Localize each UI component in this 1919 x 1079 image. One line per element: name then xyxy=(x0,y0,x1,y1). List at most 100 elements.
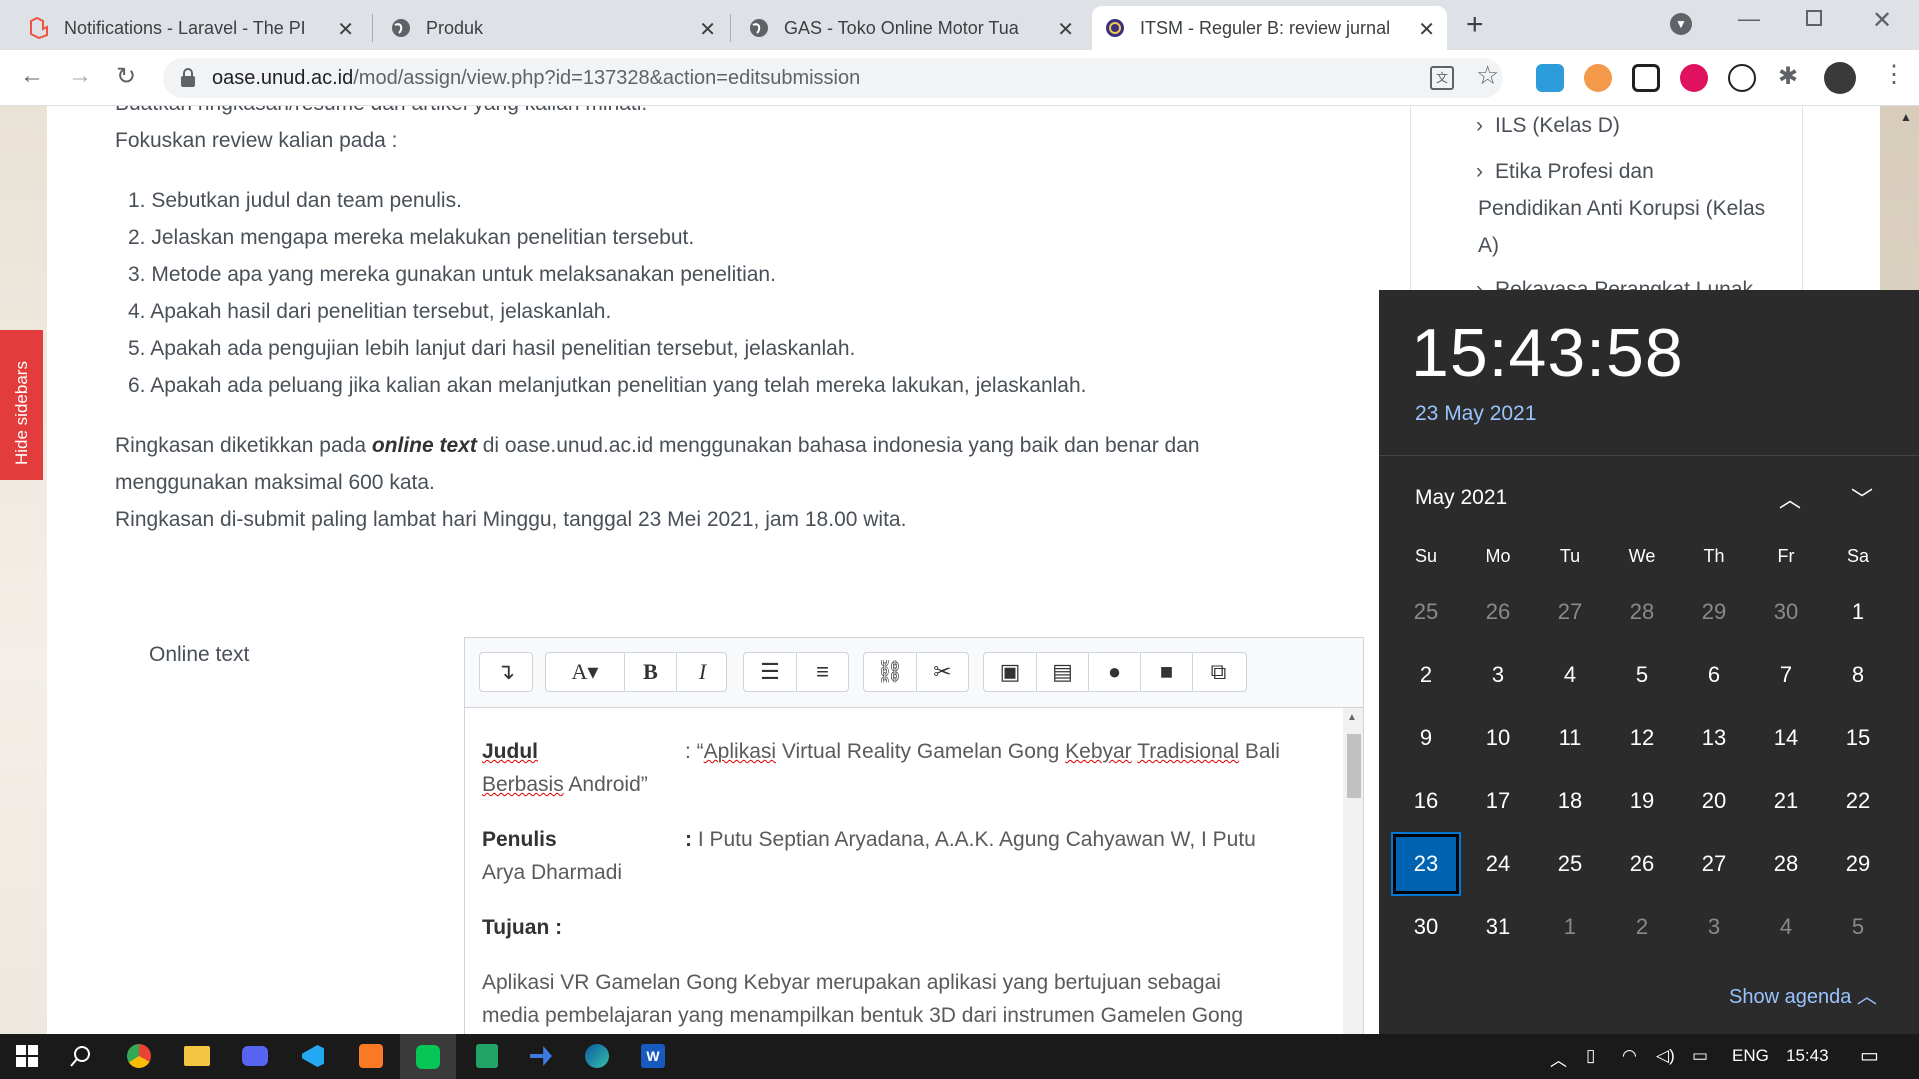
unlink-icon[interactable]: ✂ xyxy=(916,653,968,691)
extension-sync-icon[interactable] xyxy=(1536,64,1564,92)
volume-icon[interactable]: ◁) xyxy=(1656,1046,1675,1066)
calendar-day[interactable]: 27 xyxy=(1537,582,1603,642)
xampp-icon[interactable] xyxy=(354,1040,388,1072)
show-agenda-link[interactable]: Show agenda ︿ xyxy=(1729,980,1877,1009)
calendar-day[interactable]: 3 xyxy=(1681,897,1747,957)
close-window-icon[interactable]: ✕ xyxy=(1872,6,1892,35)
minimize-icon[interactable]: — xyxy=(1738,6,1760,32)
editor-content[interactable]: Judul : “Aplikasi Virtual Reality Gamela… xyxy=(465,708,1345,1038)
hide-sidebars-button[interactable]: Hide sidebars xyxy=(0,330,43,480)
calendar-day[interactable]: 27 xyxy=(1681,834,1747,894)
calendar-day[interactable]: 26 xyxy=(1465,582,1531,642)
calendar-day[interactable]: 22 xyxy=(1825,771,1891,831)
tray-overflow-chevron-icon[interactable]: ︿ xyxy=(1550,1046,1567,1071)
calendar-day[interactable]: 11 xyxy=(1537,708,1603,768)
close-tab-icon[interactable]: ✕ xyxy=(699,17,716,42)
calendar-day[interactable]: 1 xyxy=(1825,582,1891,642)
calendar-day[interactable]: 5 xyxy=(1609,645,1675,705)
calendar-day[interactable]: 4 xyxy=(1537,645,1603,705)
discord-icon[interactable] xyxy=(238,1040,272,1072)
calendar-day[interactable]: 1 xyxy=(1537,897,1603,957)
calendar-day[interactable]: 17 xyxy=(1465,771,1531,831)
calendar-day[interactable]: 29 xyxy=(1825,834,1891,894)
url-text[interactable]: oase.unud.ac.id/mod/assign/view.php?id=1… xyxy=(212,67,860,90)
link-icon[interactable]: ⛓ xyxy=(864,653,916,691)
calendar-day[interactable]: 8 xyxy=(1825,645,1891,705)
browser-menu-icon[interactable]: ⋮ xyxy=(1882,60,1906,89)
flyout-date-link[interactable]: 23 May 2021 xyxy=(1415,402,1536,426)
record-audio-icon[interactable]: ● xyxy=(1088,653,1140,691)
calendar-day[interactable]: 6 xyxy=(1681,645,1747,705)
calendar-day[interactable]: 25 xyxy=(1393,582,1459,642)
calendar-day[interactable]: 3 xyxy=(1465,645,1531,705)
language-indicator[interactable]: ENG xyxy=(1732,1046,1769,1066)
extension-picture-in-picture-icon[interactable] xyxy=(1632,64,1660,92)
next-month-chevron-icon[interactable]: ﹀ xyxy=(1851,482,1873,514)
calendar-day[interactable]: 26 xyxy=(1609,834,1675,894)
calendar-day[interactable]: 5 xyxy=(1825,897,1891,957)
word-icon[interactable]: W xyxy=(636,1040,670,1072)
insert-media-icon[interactable]: ▤ xyxy=(1036,653,1088,691)
tab-gas-toko-online[interactable]: GAS - Toko Online Motor Tua Ter ✕ xyxy=(736,6,1086,50)
calendar-day[interactable]: 30 xyxy=(1753,582,1819,642)
calendar-day[interactable]: 15 xyxy=(1825,708,1891,768)
calendar-day[interactable]: 31 xyxy=(1465,897,1531,957)
notifications-icon[interactable]: ▭ xyxy=(1860,1043,1879,1068)
close-tab-icon[interactable]: ✕ xyxy=(1057,17,1074,42)
tray-device-icon[interactable]: ▯ xyxy=(1586,1046,1595,1066)
search-icon[interactable] xyxy=(64,1040,98,1072)
new-tab-icon[interactable]: + xyxy=(1466,8,1484,42)
calendar-month-label[interactable]: May 2021 xyxy=(1415,486,1507,510)
course-link-label-line2[interactable]: Pendidikan Anti Korupsi (Kelas xyxy=(1478,197,1765,221)
green-app-icon[interactable] xyxy=(470,1040,504,1072)
unordered-list-icon[interactable]: ☰ xyxy=(744,653,796,691)
online-text-editor[interactable]: ↴ A▾ B I ☰ ≡ ⛓ ✂ ▣ ▤ ● ■ ⧉ Judul : “Apli… xyxy=(464,637,1364,1038)
close-tab-icon[interactable]: ✕ xyxy=(1418,17,1435,42)
chrome-icon[interactable] xyxy=(122,1040,156,1072)
manage-files-icon[interactable]: ⧉ xyxy=(1192,653,1244,691)
calendar-day[interactable]: 16 xyxy=(1393,771,1459,831)
course-link-rpl[interactable]: › Rekayasa Perangkat Lunak xyxy=(1476,278,1753,290)
windows-start-icon[interactable] xyxy=(10,1040,44,1072)
course-link-label-line3[interactable]: A) xyxy=(1478,234,1499,258)
forward-arrow-icon[interactable]: → xyxy=(68,62,92,90)
profile-avatar[interactable] xyxy=(1824,62,1856,94)
paragraph-style-icon[interactable]: A▾ xyxy=(546,653,624,691)
calendar-day[interactable]: 30 xyxy=(1393,897,1459,957)
arrow-app-icon[interactable] xyxy=(524,1040,558,1072)
extension-move-icon[interactable] xyxy=(1728,64,1756,92)
tab-laravel-notifications[interactable]: Notifications - Laravel - The PHP ✕ xyxy=(16,6,366,50)
reload-icon[interactable]: ↻ xyxy=(116,62,136,91)
previous-month-chevron-icon[interactable]: ︿ xyxy=(1779,482,1801,514)
tab-itsm-reguler-b[interactable]: ITSM - Reguler B: review jurnal ke ✕ xyxy=(1092,6,1447,50)
extension-m-icon[interactable] xyxy=(1680,64,1708,92)
file-explorer-icon[interactable] xyxy=(180,1040,214,1072)
ordered-list-icon[interactable]: ≡ xyxy=(796,653,848,691)
restore-icon[interactable] xyxy=(1806,10,1822,26)
lock-icon[interactable] xyxy=(180,68,196,88)
calendar-day[interactable]: 2 xyxy=(1609,897,1675,957)
calendar-day[interactable]: 4 xyxy=(1753,897,1819,957)
calendar-day[interactable]: 21 xyxy=(1753,771,1819,831)
calendar-day[interactable]: 13 xyxy=(1681,708,1747,768)
battery-icon[interactable]: ▭ xyxy=(1692,1046,1708,1066)
calendar-day[interactable]: 24 xyxy=(1465,834,1531,894)
vscode-icon[interactable] xyxy=(296,1040,330,1072)
back-arrow-icon[interactable]: ← xyxy=(20,62,44,90)
italic-icon[interactable]: I xyxy=(676,653,728,691)
close-tab-icon[interactable]: ✕ xyxy=(337,17,354,42)
calendar-day[interactable]: 7 xyxy=(1753,645,1819,705)
calendar-day[interactable]: 10 xyxy=(1465,708,1531,768)
line-app-icon[interactable] xyxy=(400,1034,456,1079)
course-link-ils[interactable]: › ILS (Kelas D) xyxy=(1476,114,1620,138)
insert-image-icon[interactable]: ▣ xyxy=(984,653,1036,691)
scroll-up-arrow-icon[interactable]: ▲ xyxy=(1900,110,1912,124)
calendar-day[interactable]: 2 xyxy=(1393,645,1459,705)
tab-search-icon[interactable]: ▼ xyxy=(1670,13,1692,35)
calendar-day[interactable]: 18 xyxy=(1537,771,1603,831)
calendar-day[interactable]: 25 xyxy=(1537,834,1603,894)
calendar-day-today[interactable]: 23 xyxy=(1391,832,1461,896)
show-more-buttons-icon[interactable]: ↴ xyxy=(480,653,532,691)
bold-icon[interactable]: B xyxy=(624,653,676,691)
course-link-etika[interactable]: › Etika Profesi dan xyxy=(1476,160,1654,184)
